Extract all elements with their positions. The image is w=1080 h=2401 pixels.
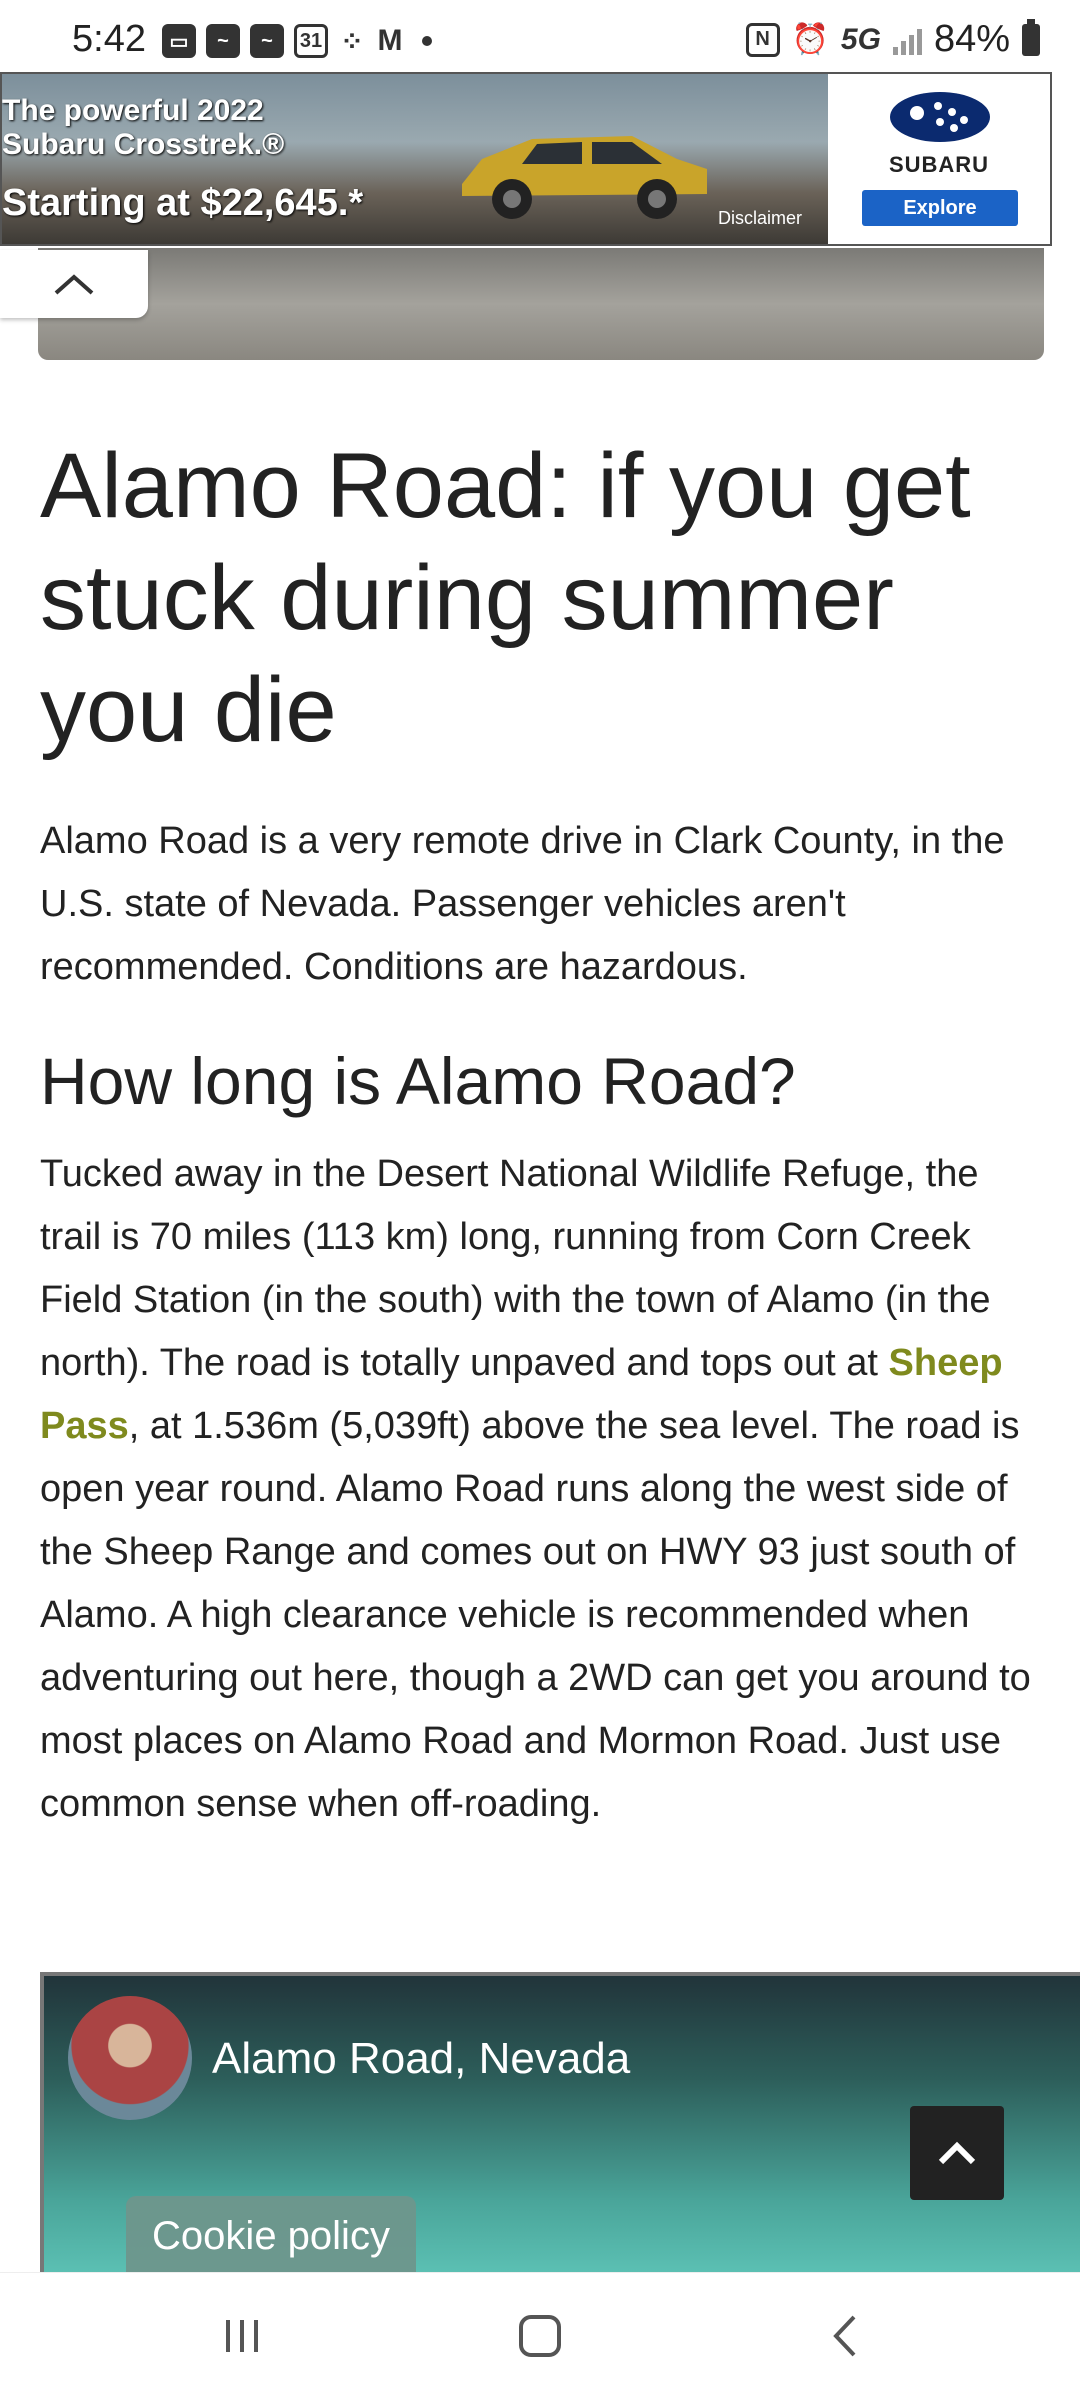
back-button[interactable] [796,2301,896,2371]
ad-brand-panel: SUBARU Explore [828,74,1050,244]
alarm-icon: ⏰ [791,23,829,56]
article-body: Tucked away in the Desert National Wildl… [40,1143,1040,1836]
article-title: Alamo Road: if you get stuck during summ… [40,435,971,761]
message-icon: ▭ [162,24,196,58]
calendar-icon: 31 [294,24,328,58]
collapse-ad-button[interactable] [0,250,148,318]
channel-avatar[interactable] [68,1996,192,2120]
ad-headline-line2: Subaru Crosstrek.® [2,128,285,161]
home-icon [519,2315,561,2357]
chevron-up-icon [938,2141,976,2165]
cookie-policy-button[interactable]: Cookie policy [126,2196,416,2276]
system-icons: N ⏰ 5G 84% [745,18,1040,61]
hero-image [38,248,1044,360]
article: Alamo Road: if you get stuck during summ… [40,430,1040,1836]
ad-headline-line1: The powerful 2022 [2,94,264,127]
app-icon: ~ [250,24,284,58]
video-title[interactable]: Alamo Road, Nevada [212,2034,630,2084]
ad-price: Starting at $22,645.* [2,182,364,224]
ad-disclaimer-link[interactable]: Disclaimer [718,208,802,229]
back-icon [833,2315,856,2357]
battery-level: 84% [933,18,1010,60]
signal-icon [892,25,922,55]
nfc-icon: N [745,22,780,57]
section-heading: How long is Alamo Road? [40,1044,796,1118]
body-text: Tucked away in the Desert National Wildl… [40,1153,991,1384]
navigation-bar [0,2272,1080,2401]
ad-brand-name: SUBARU [888,152,990,177]
recent-apps-icon [226,2320,258,2352]
chevron-up-icon [54,274,94,295]
dots-icon: ⁘ [338,26,366,57]
gmail-icon: M [376,24,404,57]
ad-headline: The powerful 2022 Subaru Crosstrek.® [2,94,284,162]
notification-icons: ▭ ~ ~ 31 ⁘ M [162,24,432,58]
recent-apps-button[interactable] [192,2301,292,2371]
home-button[interactable] [490,2301,590,2371]
battery-icon [1022,18,1040,56]
subaru-logo-icon [890,92,990,142]
network-type: 5G [840,22,881,56]
ad-banner[interactable]: The powerful 2022 Subaru Crosstrek.® Sta… [0,72,1052,246]
article-intro: Alamo Road is a very remote drive in Cla… [40,820,1005,988]
scroll-to-top-button[interactable] [910,2106,1004,2200]
app-icon: ~ [206,24,240,58]
ad-explore-button[interactable]: Explore [862,190,1018,226]
more-notifications-icon [422,36,432,46]
status-time: 5:42 [72,18,146,60]
body-text: , at 1.536m (5,039ft) above the sea leve… [40,1405,1031,1825]
car-image [462,136,707,219]
